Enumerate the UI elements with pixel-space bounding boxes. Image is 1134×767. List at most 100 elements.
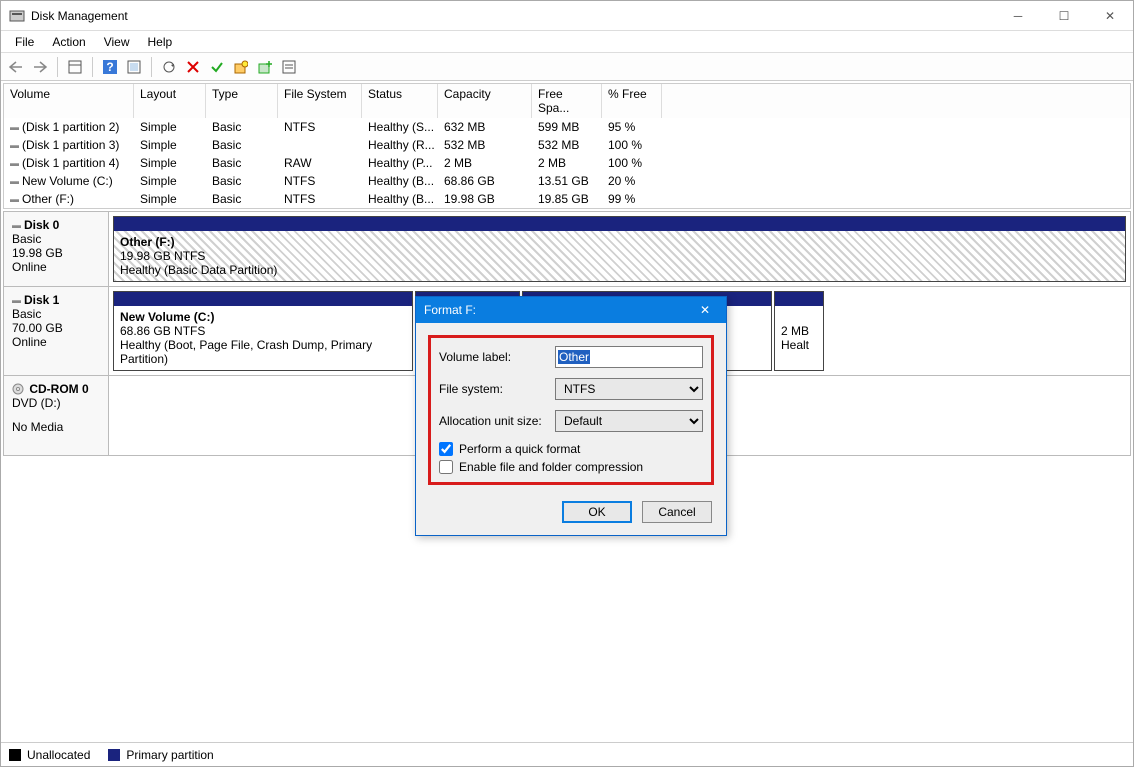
titlebar: Disk Management ─ ☐ ✕	[1, 1, 1133, 31]
cell-volume: New Volume (C:)	[4, 173, 134, 189]
quick-format-checkbox[interactable]	[439, 442, 453, 456]
partition-title: New Volume (C:)	[120, 310, 214, 324]
legend: Unallocated Primary partition	[1, 742, 1133, 766]
cell-capacity: 532 MB	[438, 137, 532, 153]
filesystem-label: File system:	[439, 382, 555, 396]
disk-0-type: Basic	[12, 232, 100, 246]
partition-status: Healthy (Basic Data Partition)	[120, 263, 277, 277]
disk-1-partition-c[interactable]: New Volume (C:) 68.86 GB NTFS Healthy (B…	[113, 291, 413, 371]
ok-button[interactable]: OK	[562, 501, 632, 523]
swatch-unallocated	[9, 749, 21, 761]
cell-layout: Simple	[134, 119, 206, 135]
col-filesystem[interactable]: File System	[278, 84, 362, 118]
table-row[interactable]: (Disk 1 partition 4)SimpleBasicRAWHealth…	[4, 154, 1130, 172]
cell-status: Healthy (S...	[362, 119, 438, 135]
cell-type: Basic	[206, 155, 278, 171]
col-volume[interactable]: Volume	[4, 84, 134, 118]
cell-filesystem: NTFS	[278, 119, 362, 135]
maximize-button[interactable]: ☐	[1041, 1, 1087, 31]
volume-label-label: Volume label:	[439, 350, 555, 364]
app-icon	[9, 8, 25, 24]
window-title: Disk Management	[31, 9, 995, 23]
col-type[interactable]: Type	[206, 84, 278, 118]
col-free[interactable]: Free Spa...	[532, 84, 602, 118]
cdrom-header[interactable]: CD-ROM 0 DVD (D:) No Media	[4, 376, 109, 455]
dialog-highlight-box: Volume label: Other File system: NTFS Al…	[428, 335, 714, 485]
menu-action[interactable]: Action	[44, 33, 93, 51]
help-icon[interactable]: ?	[99, 56, 121, 78]
minimize-button[interactable]: ─	[995, 1, 1041, 31]
cell-status: Healthy (R...	[362, 137, 438, 153]
close-button[interactable]: ✕	[1087, 1, 1133, 31]
table-row[interactable]: New Volume (C:)SimpleBasicNTFSHealthy (B…	[4, 172, 1130, 190]
forward-button[interactable]	[29, 56, 51, 78]
cell-volume: Other (F:)	[4, 191, 134, 207]
disk-0-size: 19.98 GB	[12, 246, 100, 260]
disk-1-size: 70.00 GB	[12, 321, 100, 335]
disk-1-partition-small[interactable]: 2 MB Healt	[774, 291, 824, 371]
dialog-close-button[interactable]: ✕	[692, 303, 718, 317]
volume-label-input[interactable]: Other	[558, 350, 590, 364]
menu-file[interactable]: File	[7, 33, 42, 51]
delete-icon[interactable]	[182, 56, 204, 78]
cell-type: Basic	[206, 119, 278, 135]
cell-capacity: 19.98 GB	[438, 191, 532, 207]
col-capacity[interactable]: Capacity	[438, 84, 532, 118]
new-volume-icon[interactable]	[254, 56, 276, 78]
svg-text:?: ?	[106, 60, 113, 74]
cancel-button[interactable]: Cancel	[642, 501, 712, 523]
cd-icon	[12, 383, 24, 395]
table-row[interactable]: Other (F:)SimpleBasicNTFSHealthy (B...19…	[4, 190, 1130, 208]
menu-help[interactable]: Help	[140, 33, 181, 51]
cell-filesystem: NTFS	[278, 191, 362, 207]
quick-format-label: Perform a quick format	[459, 442, 580, 456]
filesystem-select[interactable]: NTFS	[555, 378, 703, 400]
disk-0-partition-other[interactable]: Other (F:) 19.98 GB NTFS Healthy (Basic …	[113, 216, 1126, 282]
cell-free: 13.51 GB	[532, 173, 602, 189]
disk-0-name: Disk 0	[12, 218, 100, 232]
table-header: Volume Layout Type File System Status Ca…	[4, 84, 1130, 118]
dialog-titlebar[interactable]: Format F: ✕	[416, 297, 726, 323]
properties-icon[interactable]	[278, 56, 300, 78]
partition-status: Healthy (Boot, Page File, Crash Dump, Pr…	[120, 338, 372, 366]
cell-type: Basic	[206, 191, 278, 207]
cell-volume: (Disk 1 partition 4)	[4, 155, 134, 171]
disk-1-header[interactable]: Disk 1 Basic 70.00 GB Online	[4, 287, 109, 375]
back-button[interactable]	[5, 56, 27, 78]
compression-checkbox[interactable]	[439, 460, 453, 474]
view-button[interactable]	[64, 56, 86, 78]
new-partition-icon[interactable]	[230, 56, 252, 78]
cell-type: Basic	[206, 173, 278, 189]
cell-filesystem: RAW	[278, 155, 362, 171]
col-layout[interactable]: Layout	[134, 84, 206, 118]
table-row[interactable]: (Disk 1 partition 3)SimpleBasicHealthy (…	[4, 136, 1130, 154]
settings-icon[interactable]	[123, 56, 145, 78]
legend-primary: Primary partition	[126, 748, 213, 762]
cell-percent: 95 %	[602, 119, 662, 135]
disk-0-header[interactable]: Disk 0 Basic 19.98 GB Online	[4, 212, 109, 286]
cell-free: 599 MB	[532, 119, 602, 135]
menu-view[interactable]: View	[96, 33, 138, 51]
format-dialog: Format F: ✕ Volume label: Other File sys…	[415, 296, 727, 536]
cell-layout: Simple	[134, 173, 206, 189]
cell-layout: Simple	[134, 191, 206, 207]
col-percent[interactable]: % Free	[602, 84, 662, 118]
col-status[interactable]: Status	[362, 84, 438, 118]
cell-layout: Simple	[134, 137, 206, 153]
swatch-primary	[108, 749, 120, 761]
cell-layout: Simple	[134, 155, 206, 171]
table-row[interactable]: (Disk 1 partition 2)SimpleBasicNTFSHealt…	[4, 118, 1130, 136]
cell-free: 2 MB	[532, 155, 602, 171]
allocation-select[interactable]: Default	[555, 410, 703, 432]
cdrom-name: CD-ROM 0	[12, 382, 100, 396]
compression-label: Enable file and folder compression	[459, 460, 643, 474]
cell-volume: (Disk 1 partition 2)	[4, 119, 134, 135]
check-icon[interactable]	[206, 56, 228, 78]
cell-capacity: 68.86 GB	[438, 173, 532, 189]
refresh-icon[interactable]	[158, 56, 180, 78]
cell-percent: 100 %	[602, 155, 662, 171]
partition-info: 2 MB	[781, 324, 809, 338]
disk-0-state: Online	[12, 260, 100, 274]
partition-title: Other (F:)	[120, 235, 175, 249]
cdrom-drive: DVD (D:)	[12, 396, 100, 410]
